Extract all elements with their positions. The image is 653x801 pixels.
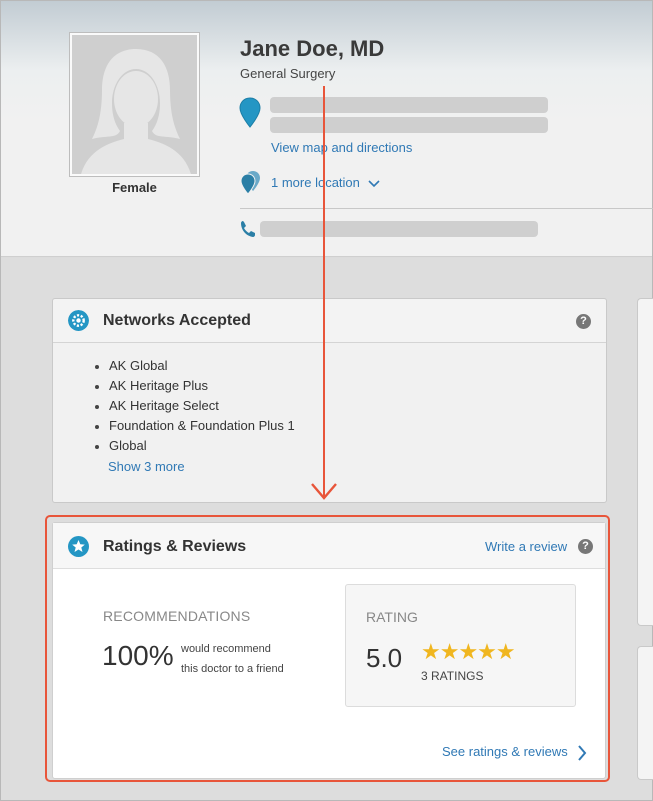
doctor-name: Jane Doe, MD [240,36,385,61]
networks-title: Networks Accepted [103,312,251,329]
phone-icon [241,221,255,237]
chevron-down-icon [367,179,380,187]
gear-icon [68,310,89,331]
network-item: AK Heritage Plus [93,376,295,396]
avatar [70,33,199,176]
gender-label: Female [112,180,157,195]
network-item: Foundation & Foundation Plus 1 [93,416,295,436]
header-divider [240,208,653,209]
side-panel-stub-top [637,298,653,626]
annotation-arrow-icon [311,86,337,500]
show-more-networks-link[interactable]: Show 3 more [108,459,185,474]
location-pin-icon [239,97,261,128]
network-item: Global [93,436,295,456]
help-icon[interactable]: ? [576,314,591,329]
phone-number-redacted [260,221,538,237]
doctor-specialty: General Surgery [240,66,336,81]
network-item: AK Heritage Select [93,396,295,416]
network-item: AK Global [93,356,295,376]
highlight-box [45,515,610,782]
female-silhouette-icon [72,35,197,174]
multiple-locations-icon [240,171,260,195]
network-list: AK Global AK Heritage Plus AK Heritage S… [93,356,295,456]
side-panel-stub-bottom [637,646,653,780]
map-directions-link[interactable]: View map and directions [271,140,412,155]
